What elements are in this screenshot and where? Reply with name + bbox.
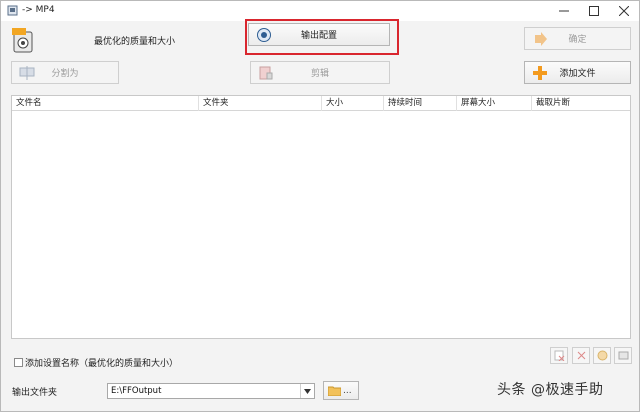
minimize-button[interactable]: [549, 1, 579, 21]
remove-file-icon: [554, 350, 564, 361]
split-icon: [19, 66, 35, 80]
file-list-header: 文件名 文件夹 大小 持续时间 屏幕大小 截取片断: [12, 96, 630, 111]
media-info-button[interactable]: [614, 347, 632, 364]
watermark-text: 头条 @极速手助: [497, 382, 604, 398]
clip-button[interactable]: 剪辑: [250, 61, 390, 84]
app-window: -> MP4 最优化的质量和大小 输出配置 确定 分割为 剪辑 添加文件 文件名…: [0, 0, 640, 412]
close-icon: [619, 6, 629, 16]
play-circle-icon: [597, 350, 607, 361]
confirm-label: 确定: [568, 35, 587, 45]
add-profile-name-checkbox[interactable]: [14, 358, 23, 367]
plus-icon: [533, 66, 547, 80]
file-list[interactable]: 文件名 文件夹 大小 持续时间 屏幕大小 截取片断: [11, 95, 631, 339]
browse-folder-button[interactable]: ...: [323, 381, 359, 400]
close-button[interactable]: [609, 1, 639, 21]
column-folder[interactable]: 文件夹: [199, 96, 322, 111]
clip-label: 剪辑: [310, 69, 329, 79]
remove-file-button[interactable]: [550, 347, 568, 364]
add-profile-name-label: 添加设置名称（最优化的质量和大小）: [25, 359, 179, 369]
clip-icon: [259, 66, 273, 80]
confirm-button[interactable]: 确定: [524, 27, 631, 50]
add-profile-name-option[interactable]: 添加设置名称（最优化的质量和大小）: [14, 356, 178, 369]
output-folder-label: 输出文件夹: [12, 388, 58, 398]
chevron-down-icon[interactable]: [300, 384, 314, 398]
clear-list-icon: [577, 351, 585, 360]
column-screen-size[interactable]: 屏幕大小: [457, 96, 532, 111]
column-duration[interactable]: 持续时间: [384, 96, 457, 111]
clear-list-button[interactable]: [572, 347, 590, 364]
mp4-format-icon: [12, 28, 33, 53]
maximize-button[interactable]: [579, 1, 609, 21]
maximize-icon: [589, 6, 599, 16]
column-size[interactable]: 大小: [322, 96, 384, 111]
app-icon: [7, 5, 18, 16]
column-filename[interactable]: 文件名: [12, 96, 199, 111]
play-button[interactable]: [593, 347, 611, 364]
add-file-label: 添加文件: [559, 69, 596, 79]
split-label: 分割为: [51, 69, 79, 79]
split-button[interactable]: 分割为: [11, 61, 119, 84]
media-info-icon: [618, 351, 628, 360]
window-title: -> MP4: [22, 5, 55, 15]
add-file-button[interactable]: 添加文件: [524, 61, 631, 84]
output-folder-value: E:\FFOutput: [111, 386, 162, 396]
title-bar: -> MP4: [1, 1, 639, 21]
column-clip-segment[interactable]: 截取片断: [532, 96, 630, 111]
folder-icon: [328, 386, 341, 396]
minimize-icon: [559, 10, 569, 12]
output-folder-select[interactable]: E:\FFOutput: [107, 383, 315, 399]
browse-label: ...: [343, 385, 352, 396]
profile-label: 最优化的质量和大小: [94, 37, 176, 47]
arrow-right-icon: [535, 32, 547, 46]
highlight-box: [245, 19, 399, 55]
